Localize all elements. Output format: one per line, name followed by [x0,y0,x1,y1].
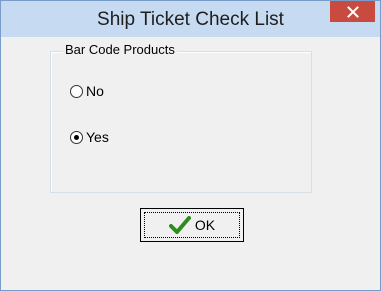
radio-no-indicator[interactable] [70,84,83,98]
title-bar[interactable]: Ship Ticket Check List [1,1,380,37]
radio-no-label[interactable]: No [86,83,104,99]
checkmark-icon [168,216,191,234]
ok-button[interactable]: OK [140,208,244,242]
radio-no[interactable]: No [70,83,104,99]
dialog-window: Ship Ticket Check List Bar Code Products… [0,0,381,291]
window-title: Ship Ticket Check List [97,9,284,30]
close-button[interactable] [330,1,375,22]
radio-yes-indicator[interactable] [70,130,83,144]
close-icon [346,5,359,18]
group-label: Bar Code Products [63,42,177,57]
radio-yes[interactable]: Yes [70,129,109,145]
bar-code-products-group [50,51,312,193]
ok-label: OK [194,217,216,233]
radio-yes-label[interactable]: Yes [86,129,109,145]
